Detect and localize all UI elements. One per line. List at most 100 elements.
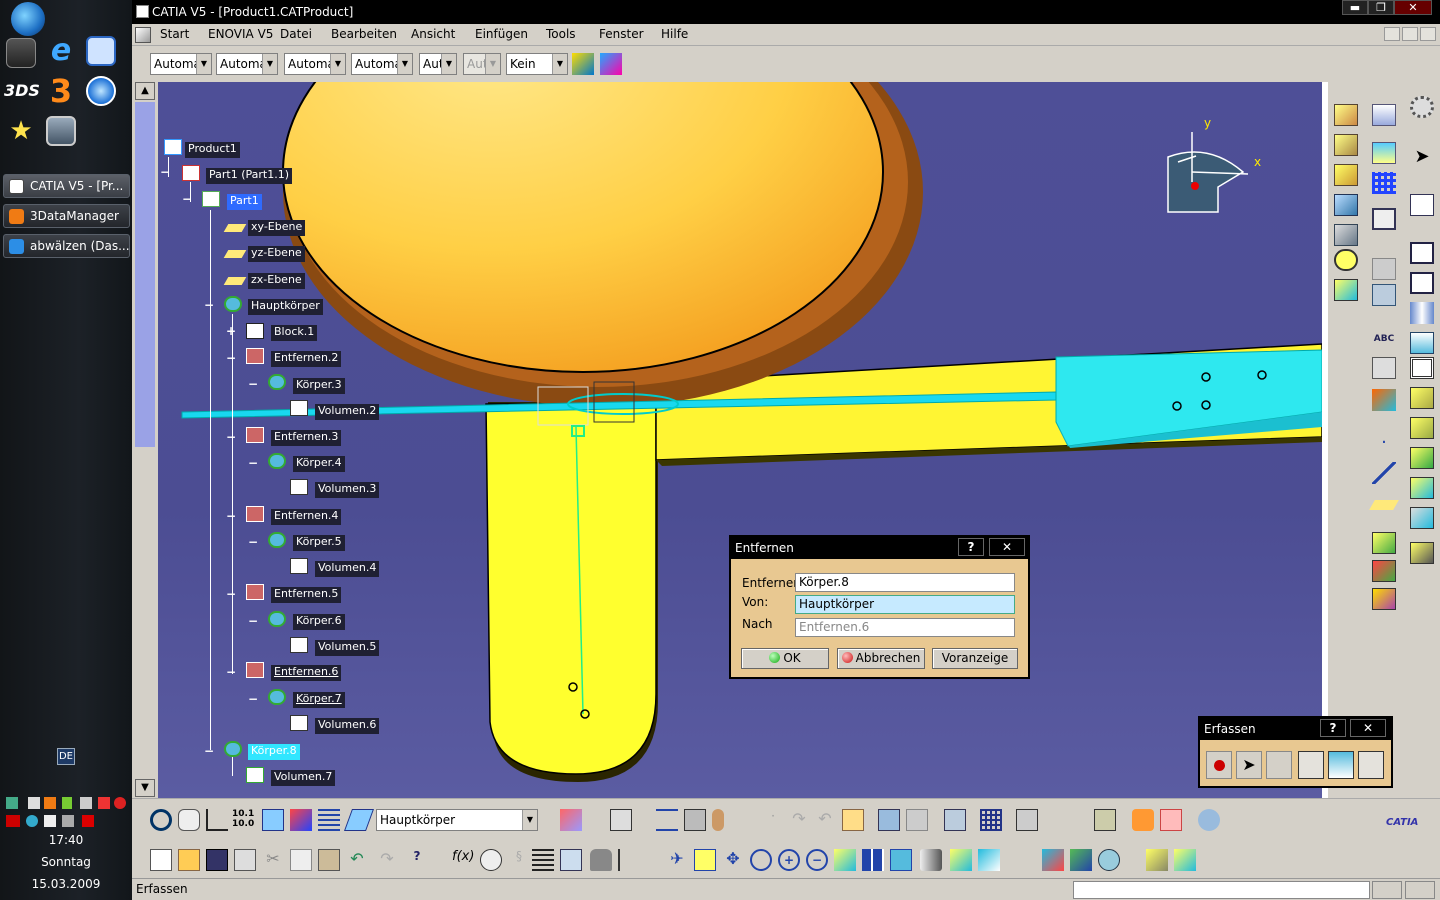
point-type-combo[interactable]: Aut ▼ [419,53,457,75]
menu-bearbeiten[interactable]: Bearbeiten [331,27,397,41]
fillet-tool-icon[interactable] [1410,387,1434,409]
pattern-tool-icon[interactable] [1410,332,1434,354]
kinematic-icon[interactable] [944,809,966,831]
render-icon[interactable] [1132,809,1154,831]
tree-node-koerper4[interactable]: Körper.4 [293,456,345,472]
tag-icon[interactable] [842,809,864,831]
scroll-thumb[interactable] [135,102,155,447]
tree-node-volumen4[interactable]: Volumen.4 [315,561,380,577]
list-icon[interactable] [318,809,340,831]
tray-network-icon[interactable] [6,797,18,809]
doc-close-button[interactable] [1420,27,1436,41]
tree-node-part-instance[interactable]: Part1 (Part1.1) [206,168,293,184]
normal-view-icon[interactable] [834,849,856,871]
frame-tool-icon[interactable] [1372,284,1396,306]
tree-node-entfernen2[interactable]: Entfernen.2 [271,351,342,367]
transparency-combo[interactable]: Automa ▼ [216,53,278,75]
copy-icon[interactable] [290,849,312,871]
von-field[interactable]: Hauptkörper [795,595,1015,614]
hand-icon[interactable] [178,809,200,831]
fill-color-combo[interactable]: Automa ▼ [150,53,212,75]
tray-amd-icon[interactable] [6,815,20,827]
lock-icon[interactable] [590,849,612,871]
target-tool-icon[interactable] [1334,249,1358,271]
chamfer-tool-icon[interactable] [1410,417,1434,439]
link-icon[interactable]: ↷ [788,809,810,831]
properties-painter-icon[interactable] [600,53,622,75]
tree-node-yz-plane[interactable]: yz-Ebene [248,246,305,262]
volume-icon[interactable] [290,558,308,574]
axis-icon[interactable] [206,809,228,831]
tray-update-icon[interactable] [44,815,56,827]
fly-mode-icon[interactable]: ✈ [666,849,688,871]
ruler-tool-icon[interactable] [1372,258,1396,280]
tree-collapse-toggle[interactable]: − [248,693,258,705]
body-gear-icon[interactable] [224,741,242,757]
zoom-out-icon[interactable]: − [806,849,828,871]
part-instance-icon[interactable] [182,165,200,181]
shell-tool-icon[interactable] [1410,477,1434,499]
tree-collapse-toggle[interactable]: − [248,378,258,390]
tray-sync-icon[interactable] [26,815,38,827]
compass-widget[interactable] [1167,132,1249,213]
tray-alert-icon[interactable] [98,797,110,809]
tree-node-product1[interactable]: Product1 [185,142,240,158]
capture-settings-icon[interactable] [1358,751,1384,779]
menu-start[interactable]: Start [160,27,189,41]
menu-datei[interactable]: Datei [280,27,312,41]
catalog-browser-icon[interactable] [1174,849,1196,871]
pad-icon[interactable] [246,323,264,339]
line-type-combo[interactable]: Automa ▼ [351,53,413,75]
body-gear-icon[interactable] [268,532,286,548]
tray-display-icon[interactable] [80,797,92,809]
hierarchy-icon[interactable] [618,849,640,871]
capture-screen-icon[interactable] [1298,751,1324,779]
3d-viewport[interactable]: y x Product1 − Part1 (Part1.1) − Part1 x… [158,82,1322,798]
open-folder-icon[interactable] [178,849,200,871]
body-gear-icon[interactable] [268,611,286,627]
remove-icon[interactable] [246,584,264,600]
tree-node-volumen2[interactable]: Volumen.2 [315,404,380,420]
numeric-icon[interactable]: 10.1 10.0 [232,809,254,831]
computer-icon[interactable] [46,116,76,146]
hole-tool-icon[interactable] [1410,357,1434,379]
doc-restore-button[interactable] [1402,27,1418,41]
redo-icon[interactable]: ↷ [376,849,398,871]
multi-section-tool-icon[interactable] [1334,224,1358,246]
tray-monitor-icon[interactable] [62,815,74,827]
part-feature-tool-icon[interactable] [1372,389,1396,411]
remove-icon[interactable] [246,427,264,443]
tree-node-koerper8[interactable]: Körper.8 [248,744,300,760]
analysis3-tool-icon[interactable] [1372,588,1396,610]
rotate-icon[interactable] [150,809,172,831]
catalog2-icon[interactable] [906,809,928,831]
painter-icon[interactable] [572,53,594,75]
menu-ansicht[interactable]: Ansicht [411,27,455,41]
volume-icon[interactable] [290,715,308,731]
layer-combo[interactable]: Aut ▼ [463,53,501,75]
internet-explorer-icon[interactable]: e [46,36,76,66]
language-indicator[interactable]: DE [57,748,75,765]
remove-icon[interactable] [246,348,264,364]
menu-hilfe[interactable]: Hilfe [661,27,688,41]
tree-node-volumen5[interactable]: Volumen.5 [315,640,380,656]
tray-sound-icon[interactable] [114,797,126,809]
product-icon[interactable] [164,139,182,155]
shaft-tool-icon[interactable] [1334,164,1358,186]
tree-collapse-toggle[interactable]: − [226,666,236,678]
tray-battery-icon[interactable] [62,797,72,809]
tree-collapse-toggle[interactable]: − [248,615,258,627]
define-in-work-object-icon[interactable] [560,809,582,831]
hierarchy-tool-icon[interactable] [1372,142,1396,164]
link2-icon[interactable]: ↶ [814,809,836,831]
fit-tool-icon[interactable] [1372,208,1396,230]
arrow-tool-icon[interactable] [1372,357,1396,379]
thread-tool-icon[interactable] [1410,507,1434,529]
command-input[interactable] [1073,881,1370,899]
mirror-tool-icon[interactable] [1410,302,1434,324]
minimize-button[interactable]: ▬ [1342,0,1368,15]
body-gear-icon[interactable] [268,374,286,390]
update-icon[interactable] [610,809,632,831]
pad-tool-icon[interactable] [1334,104,1358,126]
volume-icon[interactable] [290,479,308,495]
